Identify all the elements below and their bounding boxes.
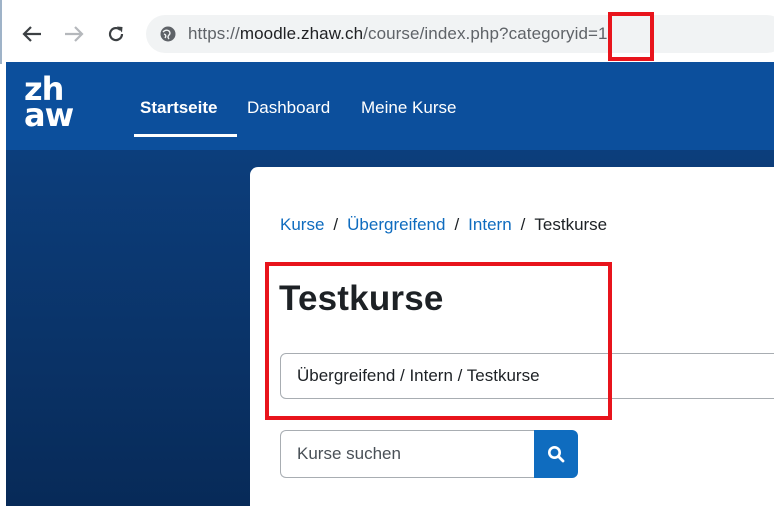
breadcrumb: Kurse / Übergreifend / Intern / Testkurse [280,215,607,235]
search-button[interactable] [534,430,578,478]
breadcrumb-item-kurse[interactable]: Kurse [280,215,324,234]
forward-icon[interactable] [62,22,86,46]
url-host: moodle.zhaw.ch [239,24,364,43]
zhaw-logo[interactable]: zh aw [24,73,84,136]
nav-link-meine-kurse[interactable]: Meine Kurse [361,98,456,118]
search-icon [548,446,565,463]
breadcrumb-separator: / [520,215,526,234]
nav-link-dashboard[interactable]: Dashboard [247,98,330,118]
address-bar[interactable]: https://moodle.zhaw.ch/course/index.php?… [146,15,774,53]
course-search [280,430,578,478]
nav-link-startseite[interactable]: Startseite [140,98,217,118]
site-info-icon[interactable] [160,26,176,42]
back-icon[interactable] [20,22,44,46]
browser-toolbar: https://moodle.zhaw.ch/course/index.php?… [0,0,774,64]
breadcrumb-item-uebergreifend[interactable]: Übergreifend [347,215,445,234]
annotation-box-url [608,12,654,61]
breadcrumb-separator: / [454,215,460,234]
annotation-box-category [265,262,612,420]
url-path: /course/index.php?categoryid=1 [363,24,608,43]
breadcrumb-separator: / [333,215,339,234]
main-content: Kurse / Übergreifend / Intern / Testkurse Test… [250,167,774,506]
screenshot: https://moodle.zhaw.ch/course/index.php?… [0,0,774,506]
site-navbar: zh aw Startseite Dashboard Meine Kurse [6,62,774,150]
breadcrumb-current: Testkurse [534,215,608,234]
url-prefix: https:// [188,24,240,43]
logo-line-2: aw [24,96,74,134]
reload-icon[interactable] [104,22,128,46]
breadcrumb-item-intern[interactable]: Intern [468,215,511,234]
search-input[interactable] [280,430,534,478]
url-text: https://moodle.zhaw.ch/course/index.php?… [188,24,608,44]
active-nav-indicator [134,134,237,137]
